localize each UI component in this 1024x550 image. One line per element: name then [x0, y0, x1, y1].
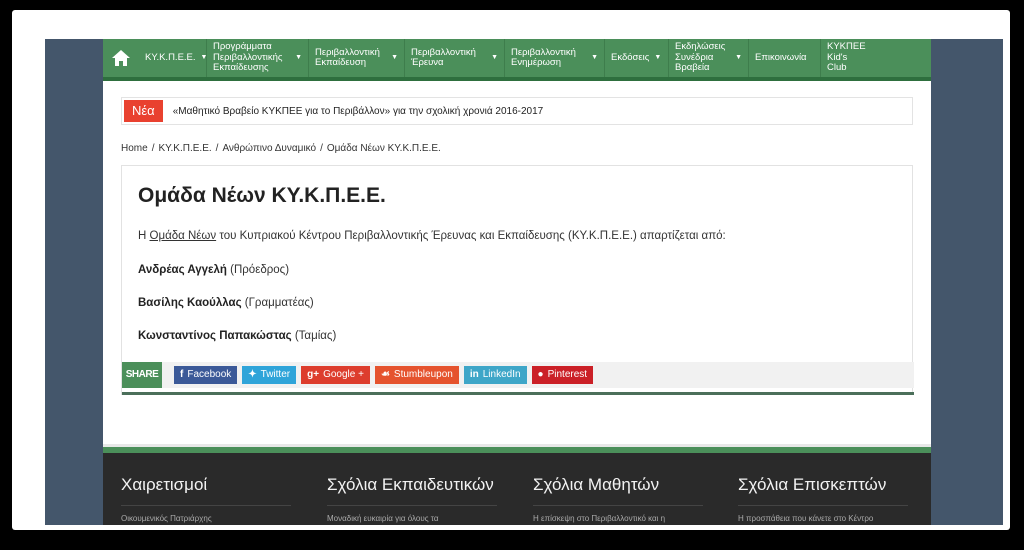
home-icon [112, 50, 130, 66]
youth-team-link[interactable]: Ομάδα Νέων [150, 230, 217, 242]
divider [738, 505, 908, 506]
site-footer: Χαιρετισμοί Οικουμενικός Πατριάρχης Σχόλ… [103, 453, 931, 525]
pinterest-icon: ● [537, 369, 544, 380]
news-headline-link[interactable]: «Μαθητικό Βραβείο ΚΥΚΠΕΕ για το Περιβάλλ… [173, 106, 544, 117]
facebook-icon: f [180, 369, 184, 380]
nav-item-events[interactable]: Εκδηλώσεις Συνέδρια Βραβεία ▼ [669, 39, 749, 77]
footer-heading: Χαιρετισμοί [121, 475, 208, 494]
share-label: SHARE [122, 362, 162, 388]
chevron-down-icon: ▼ [591, 53, 598, 61]
nav-bottom-border [103, 77, 931, 81]
divider [121, 505, 291, 506]
divider [533, 505, 703, 506]
article-intro: Η Ομάδα Νέων του Κυπριακού Κέντρου Περιβ… [138, 230, 726, 242]
footer-column-teachers: Σχόλια Εκπαιδευτικών Μοναδική ευκαιρία γ… [327, 475, 507, 523]
page-title: Ομάδα Νέων ΚΥ.Κ.Π.Ε.Ε. [138, 184, 386, 207]
google-plus-share-button[interactable]: g+ Google + [301, 366, 370, 384]
chevron-down-icon: ▼ [491, 53, 498, 61]
stumbleupon-share-button[interactable]: ☙ Stumbleupon [374, 366, 459, 384]
member-treasurer: Κωνσταντίνος Παπακώστας (Ταμίας) [138, 330, 337, 342]
footer-column-greetings: Χαιρετισμοί Οικουμενικός Πατριάρχης [121, 475, 301, 523]
footer-column-visitors: Σχόλια Επισκεπτών Η προσπάθεια που κάνετ… [738, 475, 918, 523]
footer-snippet[interactable]: Οικουμενικός Πατριάρχης [121, 514, 301, 523]
divider [327, 505, 497, 506]
footer-heading: Σχόλια Μαθητών [533, 475, 660, 494]
footer-heading: Σχόλια Επισκεπτών [738, 475, 887, 494]
twitter-icon: ✦ [248, 369, 257, 380]
chevron-down-icon: ▼ [654, 53, 662, 61]
nav-item-publications[interactable]: Εκδόσεις ▼ [605, 39, 669, 77]
screenshot-frame: ΚΥ.Κ.Π.Ε.Ε. ▼ Προγράμματα Περιβαλλοντικής… [12, 10, 1010, 530]
nav-item-env-research[interactable]: Περιβαλλοντική Έρευνα ▼ [405, 39, 505, 77]
home-link[interactable] [103, 39, 139, 77]
facebook-share-button[interactable]: f Facebook [174, 366, 238, 384]
chevron-down-icon: ▼ [391, 53, 398, 61]
main-navigation: ΚΥ.Κ.Π.Ε.Ε. ▼ Προγράμματα Περιβαλλοντικής… [103, 39, 931, 77]
article-card: Ομάδα Νέων ΚΥ.Κ.Π.Ε.Ε. Η Ομάδα Νέων του … [121, 165, 914, 395]
breadcrumb: Home / ΚΥ.Κ.Π.Ε.Ε. / Ανθρώπινο Δυναμικό / Ομάδ… [121, 143, 441, 154]
twitter-share-button[interactable]: ✦ Twitter [242, 366, 297, 384]
footer-column-students: Σχόλια Μαθητών Η επίσκεψη στο Περιβαλλον… [533, 475, 713, 523]
news-ticker: Νέα «Μαθητικό Βραβείο ΚΥΚΠΕΕ για το Περι… [121, 97, 913, 125]
footer-snippet[interactable]: Η επίσκεψη στο Περιβαλλοντικό και η [533, 514, 713, 523]
share-bar: SHARE f Facebook ✦ Twitter g+ Google + ☙ Stu… [122, 362, 914, 388]
nav-item-contact[interactable]: Επικοινωνία [749, 39, 821, 77]
linkedin-icon: in [469, 369, 479, 380]
footer-snippet[interactable]: Η προσπάθεια που κάνετε στο Κέντρο [738, 514, 918, 523]
chevron-down-icon: ▼ [735, 53, 742, 61]
nav-item-env-education[interactable]: Περιβαλλοντική Εκπαίδευση ▼ [309, 39, 405, 77]
breadcrumb-human-resources[interactable]: Ανθρώπινο Δυναμικό [222, 143, 316, 154]
stumbleupon-icon: ☙ [380, 369, 390, 380]
news-label: Νέα [124, 100, 163, 122]
nav-item-kids-club[interactable]: ΚΥΚΠΕΕ Kid's Club [821, 39, 871, 77]
member-secretary: Βασίλης Καούλλας (Γραμματέας) [138, 297, 314, 309]
breadcrumb-home[interactable]: Home [121, 143, 148, 154]
breadcrumb-current: Ομάδα Νέων ΚΥ.Κ.Π.Ε.Ε. [326, 143, 441, 154]
share-bar-underline [122, 392, 914, 395]
pinterest-share-button[interactable]: ● Pinterest [531, 366, 594, 384]
google-plus-icon: g+ [307, 369, 320, 380]
chevron-down-icon: ▼ [295, 53, 302, 61]
browser-viewport: ΚΥ.Κ.Π.Ε.Ε. ▼ Προγράμματα Περιβαλλοντικής… [45, 39, 1003, 525]
nav-item-programmes[interactable]: Προγράμματα Περιβαλλοντικής Εκπαίδευσης ▼ [207, 39, 309, 77]
web-page: ΚΥ.Κ.Π.Ε.Ε. ▼ Προγράμματα Περιβαλλοντικής… [103, 39, 931, 525]
breadcrumb-kykpee[interactable]: ΚΥ.Κ.Π.Ε.Ε. [158, 143, 211, 154]
nav-item-kykpee[interactable]: ΚΥ.Κ.Π.Ε.Ε. ▼ [139, 39, 207, 77]
footer-heading: Σχόλια Εκπαιδευτικών [327, 475, 494, 494]
linkedin-share-button[interactable]: in LinkedIn [463, 366, 527, 384]
footer-snippet[interactable]: Μοναδική ευκαιρία για όλους τα [327, 514, 507, 523]
member-president: Ανδρέας Αγγελή (Πρόεδρος) [138, 264, 290, 276]
nav-item-env-information[interactable]: Περιβαλλοντική Ενημέρωση ▼ [505, 39, 605, 77]
